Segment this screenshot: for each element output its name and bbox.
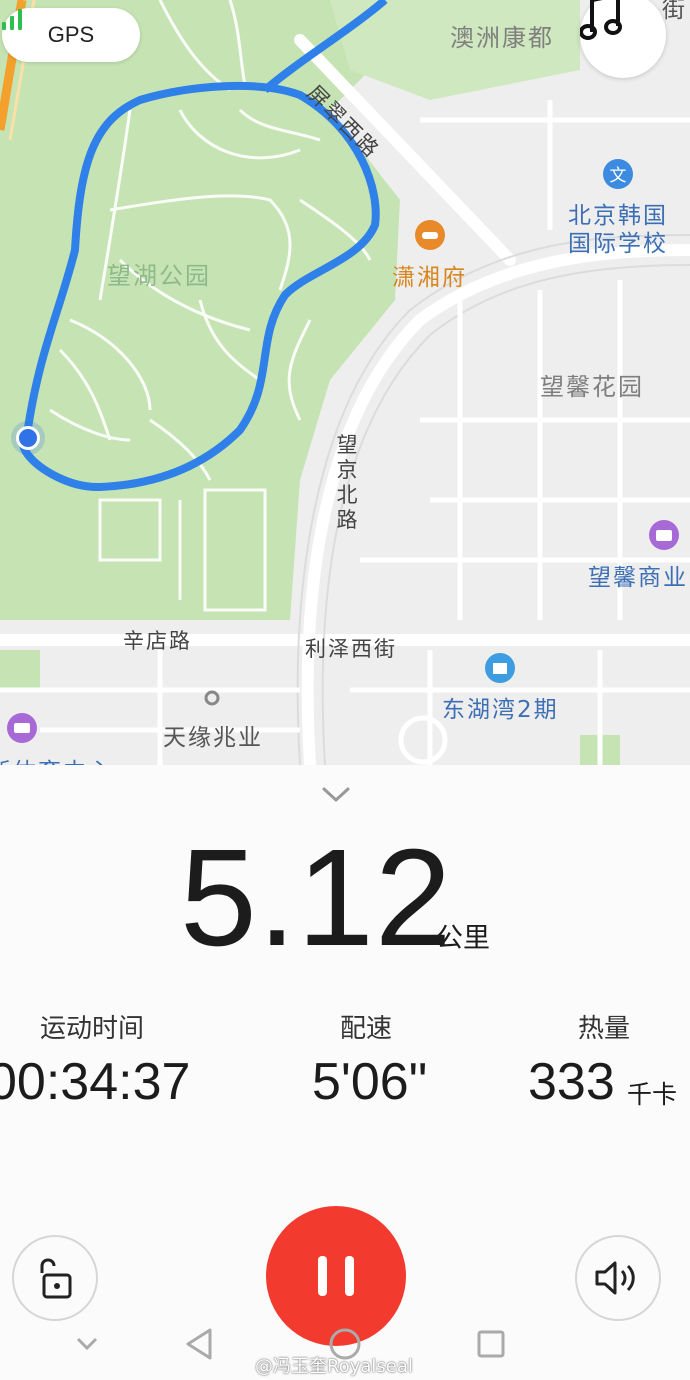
map-label-wangxin-shangye: 望馨商业 <box>588 565 688 591</box>
calories-value: 333 <box>528 1053 615 1111</box>
map-label-xindian-lu: 辛店路 <box>123 629 192 653</box>
time-label: 运动时间 <box>40 1014 145 1044</box>
map-view[interactable]: 文 澳洲康都 街 屏翠西路 望湖公园 北京韩国 国际学校 潇湘府 望馨花园 望京… <box>0 0 690 765</box>
music-note-icon <box>580 0 622 40</box>
distance-value: 5.12 <box>180 821 453 975</box>
time-value: 00:34:37 <box>0 1053 191 1111</box>
current-location-marker <box>11 421 45 455</box>
pause-icon <box>318 1256 327 1296</box>
distance-unit: 公里 <box>436 923 490 954</box>
nav-chevron-down-icon <box>76 1337 98 1351</box>
pace-value: 5'06" <box>312 1053 428 1111</box>
gps-status-indicator: GPS <box>2 8 140 62</box>
voice-button[interactable] <box>575 1235 661 1321</box>
map-label-tianyuan-zhaoye: 天缘兆业 <box>163 725 263 751</box>
signal-strength-icon <box>2 9 22 30</box>
map-label-lize-xijie: 利泽西街 <box>305 637 397 661</box>
map-label-park: 望湖公园 <box>107 262 211 290</box>
map-label-sports-center: 新体育中心 <box>0 752 113 765</box>
map-label-donghu-wan: 东湖湾2期 <box>442 697 559 723</box>
map-label-top-right-fragment: 街 <box>662 0 687 23</box>
map-label-korean-school-line2: 国际学校 <box>568 231 668 257</box>
map-label-australia-kangdu: 澳洲康都 <box>450 24 554 52</box>
speaker-icon <box>595 1261 635 1295</box>
unlock-icon <box>40 1258 72 1299</box>
chevron-down-icon <box>322 787 350 803</box>
calories-label: 热量 <box>578 1014 631 1044</box>
nav-hide-button[interactable] <box>70 1327 104 1361</box>
nav-back-button[interactable] <box>182 1327 216 1361</box>
map-label-wangxin-huayuan: 望馨花园 <box>540 373 644 401</box>
map-label-xiaoxiang-fu: 潇湘府 <box>392 265 467 291</box>
back-triangle-icon <box>186 1328 212 1360</box>
workout-panel: 5.12 公里 运动时间 00:34:37 配速 5'06" 热量 333 千卡 <box>0 765 690 1380</box>
distance-display: 5.12 公里 <box>0 828 690 968</box>
nav-recents-button[interactable] <box>474 1327 508 1361</box>
pace-label: 配速 <box>340 1014 393 1044</box>
pause-button[interactable] <box>266 1206 406 1346</box>
lock-button[interactable] <box>12 1235 98 1321</box>
calories-unit: 千卡 <box>627 1080 678 1109</box>
map-label-wangjing-beilu: 望京北路 <box>336 433 360 532</box>
collapse-panel-button[interactable] <box>316 779 356 809</box>
svg-text:文: 文 <box>610 166 627 186</box>
gps-label: GPS <box>47 22 95 47</box>
watermark: @冯玉奎Royalseal <box>255 1356 413 1377</box>
recents-square-icon <box>477 1330 505 1358</box>
